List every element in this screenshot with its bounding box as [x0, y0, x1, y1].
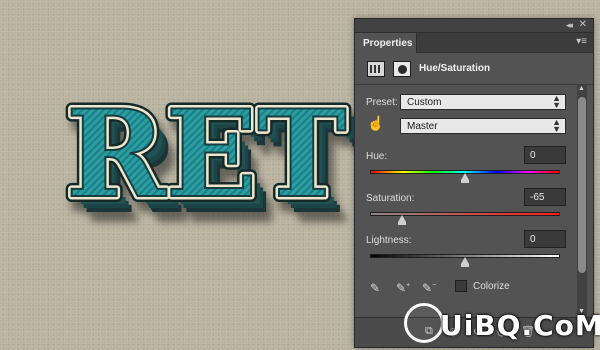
lightness-slider-thumb[interactable]: [461, 257, 469, 267]
hue-input[interactable]: 0: [524, 146, 566, 164]
watermark-circle: [404, 303, 444, 343]
channel-select[interactable]: Master ▲ ▼: [400, 118, 566, 134]
channel-value: Master: [407, 121, 438, 132]
eyedropper-icon[interactable]: ✎: [370, 281, 380, 295]
eyedropper-minus-icon[interactable]: ✎−: [422, 281, 436, 295]
hue-slider-thumb[interactable]: [461, 173, 469, 183]
lightness-input[interactable]: 0: [524, 230, 566, 248]
retro-face: RET: [66, 84, 347, 225]
hue-label: Hue:: [366, 151, 388, 162]
panel-menu-icon[interactable]: ▾≡: [576, 36, 587, 47]
saturation-label: Saturation:: [366, 193, 415, 204]
panel-tab-row: Properties ▾≡: [355, 33, 593, 53]
panel-topbar: ◂◂ ✕: [355, 19, 593, 33]
adjustment-header: Hue/Saturation: [355, 55, 593, 85]
select-arrows-icon: ▲ ▼: [552, 93, 561, 110]
adjustment-title: Hue/Saturation: [419, 63, 491, 74]
lightness-label: Lightness:: [366, 235, 412, 246]
scrollbar-thumb[interactable]: [578, 97, 586, 273]
preset-label: Preset:: [366, 97, 398, 108]
hue-saturation-icon[interactable]: [367, 61, 385, 77]
mask-icon[interactable]: [393, 61, 411, 77]
retro-text-artwork: RET RET RET RET RET RET: [60, 78, 360, 240]
close-icon[interactable]: ✕: [579, 19, 587, 30]
saturation-slider-thumb[interactable]: [398, 215, 406, 225]
collapse-icon[interactable]: ◂◂: [566, 20, 573, 31]
targeted-adjustment-hand-icon[interactable]: ☝: [367, 115, 384, 132]
colorize-label: Colorize: [473, 281, 510, 292]
eyedropper-plus-icon[interactable]: ✎+: [396, 281, 410, 295]
preset-value: Custom: [407, 97, 442, 108]
preset-select[interactable]: Custom ▲ ▼: [400, 94, 566, 110]
saturation-input[interactable]: -65: [524, 188, 566, 206]
scroll-up-icon[interactable]: ▲: [578, 85, 585, 92]
select-arrows-icon: ▲ ▼: [552, 117, 561, 134]
watermark-text: UiBQ.CoM: [440, 309, 600, 342]
watermark: UiBQ.CoM: [404, 302, 600, 346]
properties-panel: ◂◂ ✕ Properties ▾≡ Hue/Saturation Preset…: [354, 18, 594, 348]
colorize-checkbox[interactable]: [455, 280, 467, 292]
tab-properties[interactable]: Properties: [355, 33, 417, 53]
panel-scrollbar[interactable]: ▲ ▼: [577, 85, 587, 315]
